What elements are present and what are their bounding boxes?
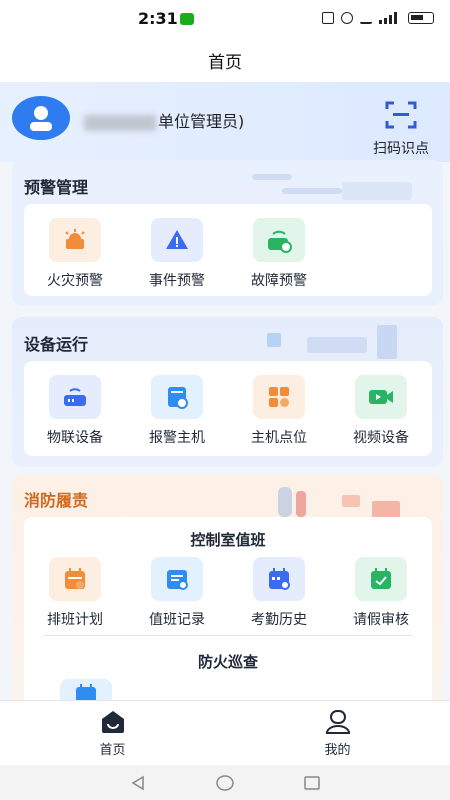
scan-qr-icon [385,101,417,129]
warning-decoration [252,172,422,200]
device-card: 设备运行 物联设备 报警主机 主机点位 视频设备 [12,317,443,467]
tab-home-label: 首页 [99,743,126,758]
leave-approval-icon [355,557,407,601]
grid-item-label: 物联设备 [47,430,103,446]
grid-item-label: 考勤历史 [251,612,307,628]
signal-icon [379,12,397,24]
control-room-title: 控制室值班 [190,531,266,549]
status-icons [322,12,434,24]
scan-button[interactable]: 扫码识点 [366,100,436,158]
user-avatar-icon [30,106,52,131]
nav-bar: 首页 [0,38,450,82]
grid-item-label: 值班记录 [149,612,205,628]
user-name: 单位管理员) [84,108,244,132]
grid-item-label: 主机点位 [251,430,307,446]
warning-triangle-icon [151,218,203,262]
tab-home[interactable]: 首页 [0,701,225,765]
device-panel: 物联设备 报警主机 主机点位 视频设备 [24,361,432,456]
back-triangle-icon[interactable] [129,775,147,791]
device-title: 设备运行 [24,335,89,354]
redacted-name [84,114,156,131]
grid-item-attendance-history[interactable]: 考勤历史 [228,557,330,629]
home-icon [101,711,124,733]
tab-mine-label: 我的 [324,743,351,758]
user-profile-icon [325,710,350,734]
video-camera-icon [355,375,407,419]
scan-label: 扫码识点 [373,141,429,157]
warning-grid: 火灾预警 事件预警 故障预警 [24,218,432,290]
user-header: 单位管理员) 扫码识点 [0,82,450,162]
alarm-icon [341,12,353,24]
grid-item-leave-approval[interactable]: 请假审核 [330,557,432,629]
grid-item-event-warning[interactable]: 事件预警 [126,218,228,290]
grid-item-label: 火灾预警 [47,273,103,289]
patrol-calendar-icon[interactable] [60,679,112,700]
grid-item-alarm-host[interactable]: 报警主机 [126,375,228,447]
status-bar: 2:31 [0,0,450,38]
grid-item-shift-plan[interactable]: 排班计划 [24,557,126,629]
fire-duty-title: 消防履责 [24,491,89,510]
mute-icon [360,12,372,24]
grid-item-video-device[interactable]: 视频设备 [330,375,432,447]
host-point-icon [253,375,305,419]
page-title: 首页 [208,52,242,73]
fire-alarm-icon [49,218,101,262]
grid-item-fire-warning[interactable]: 火灾预警 [24,218,126,290]
home-circle-icon[interactable] [215,774,235,791]
tab-bar: 首页 我的 [0,700,450,765]
tab-mine[interactable]: 我的 [225,701,450,765]
patrol-title: 防火巡查 [197,653,258,671]
nfc-icon [322,12,334,24]
control-room-grid: 排班计划 值班记录 考勤历史 请假审核 [24,557,432,629]
duty-record-icon [151,557,203,601]
device-decoration [267,323,427,361]
grid-item-label: 报警主机 [149,430,205,446]
schedule-calendar-icon [49,557,101,601]
user-role: 单位管理员) [158,112,245,131]
fire-duty-card: 消防履责 控制室值班 排班计划 值班记录 考勤历史 请假审核 防火巡查 [12,475,443,700]
fire-duty-panel: 控制室值班 排班计划 值班记录 考勤历史 请假审核 防火巡查 [24,517,432,700]
status-time: 2:31 [138,9,178,28]
attendance-history-icon [253,557,305,601]
battery-icon [408,12,434,24]
alarm-host-icon [151,375,203,419]
warning-panel: 火灾预警 事件预警 故障预警 [24,204,432,296]
grid-item-label: 排班计划 [47,612,103,628]
system-nav-bar [0,765,450,800]
fire-duty-decoration [272,483,422,519]
fault-device-icon [253,218,305,262]
grid-item-host-point[interactable]: 主机点位 [228,375,330,447]
wechat-notification-icon [180,13,194,25]
warning-card: 预警管理 火灾预警 事件预警 故障预警 [12,160,443,305]
warning-title: 预警管理 [24,178,89,197]
grid-item-label: 请假审核 [353,612,409,628]
section-divider [44,635,412,636]
grid-item-label: 事件预警 [149,273,205,289]
device-grid: 物联设备 报警主机 主机点位 视频设备 [24,375,432,447]
grid-item-duty-record[interactable]: 值班记录 [126,557,228,629]
grid-item-label: 故障预警 [251,273,307,289]
grid-item-iot-device[interactable]: 物联设备 [24,375,126,447]
grid-item-label: 视频设备 [353,430,409,446]
avatar[interactable] [12,96,70,140]
grid-item-fault-warning[interactable]: 故障预警 [228,218,330,290]
iot-router-icon [49,375,101,419]
recent-apps-icon[interactable] [303,775,321,791]
